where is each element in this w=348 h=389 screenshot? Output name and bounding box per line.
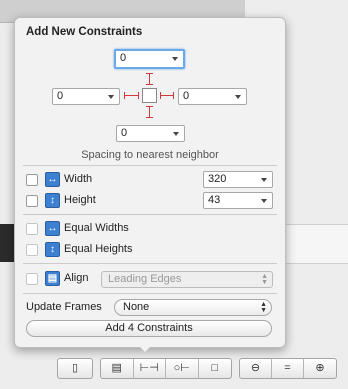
align-value: Leading Edges bbox=[108, 273, 182, 285]
spacing-bottom-field[interactable]: 0 bbox=[116, 125, 185, 142]
up-down-arrows-icon: ▲ ▼ bbox=[261, 273, 268, 286]
align-label: Align bbox=[64, 272, 89, 284]
popover-title: Add New Constraints bbox=[26, 26, 143, 38]
left-strut[interactable] bbox=[124, 95, 139, 96]
chevron-down-icon bbox=[235, 95, 241, 99]
width-checkbox[interactable] bbox=[26, 174, 38, 186]
toolbar-layout-group: ▤ ⊢⊣ ○⊢ □ bbox=[100, 358, 232, 379]
left-strut-cap bbox=[124, 92, 125, 99]
spacing-right-field[interactable]: 0 bbox=[178, 88, 247, 105]
add-constraints-button[interactable]: Add 4 Constraints bbox=[26, 320, 272, 337]
resize-icon[interactable]: □ bbox=[199, 359, 231, 378]
equal-heights-label: Equal Heights bbox=[64, 243, 133, 255]
spacing-top-value: 0 bbox=[120, 52, 127, 64]
height-value: 43 bbox=[208, 194, 221, 206]
width-value-field[interactable]: 320 bbox=[203, 171, 273, 188]
chevron-down-icon bbox=[261, 199, 267, 203]
left-strut-cap bbox=[138, 92, 139, 99]
toolbar-device-group: ▯ bbox=[57, 358, 93, 379]
chevron-down-icon bbox=[108, 95, 114, 99]
align-checkbox[interactable] bbox=[26, 273, 38, 285]
right-strut[interactable] bbox=[160, 95, 174, 96]
spacing-top-field[interactable]: 0 bbox=[114, 49, 185, 69]
align-icon: ▤ bbox=[45, 271, 60, 286]
bottom-strut-cap bbox=[146, 117, 153, 118]
popover-arrow bbox=[136, 343, 154, 352]
pin-icon[interactable]: ⊢⊣ bbox=[134, 359, 166, 378]
spacing-left-value: 0 bbox=[57, 90, 64, 102]
align-select[interactable]: Leading Edges ▲ ▼ bbox=[101, 271, 273, 288]
divider bbox=[23, 263, 277, 264]
view-placeholder-box bbox=[142, 88, 157, 103]
spacing-left-field[interactable]: 0 bbox=[52, 88, 120, 105]
zoom-out-icon[interactable]: ⊖ bbox=[240, 359, 272, 378]
width-label: Width bbox=[64, 173, 93, 185]
bottom-strut-cap bbox=[146, 106, 153, 107]
height-checkbox[interactable] bbox=[26, 195, 38, 207]
up-down-arrows-icon: ▲ ▼ bbox=[260, 301, 267, 314]
right-strut-cap bbox=[160, 92, 161, 99]
equal-heights-checkbox[interactable] bbox=[26, 244, 38, 256]
toolbar-zoom-group: ⊖ = ⊕ bbox=[239, 358, 337, 379]
zoom-in-icon[interactable]: ⊕ bbox=[304, 359, 336, 378]
top-strut-cap bbox=[146, 73, 153, 74]
equal-widths-checkbox[interactable] bbox=[26, 223, 38, 235]
update-frames-label: Update Frames bbox=[26, 301, 102, 313]
equal-widths-row: ↔ Equal Widths bbox=[26, 220, 276, 238]
height-label: Height bbox=[64, 194, 96, 206]
equal-widths-icon: ↔ bbox=[45, 221, 60, 236]
chevron-down-icon bbox=[173, 132, 179, 136]
update-frames-select[interactable]: None ▲ ▼ bbox=[114, 299, 272, 316]
divider bbox=[23, 165, 277, 166]
equal-heights-row: ↕ Equal Heights bbox=[26, 241, 276, 259]
spacing-right-value: 0 bbox=[183, 90, 190, 102]
top-strut-cap bbox=[146, 84, 153, 85]
resolve-icon[interactable]: ○⊢ bbox=[166, 359, 199, 378]
chevron-down-icon bbox=[261, 178, 267, 182]
spacing-caption: Spacing to nearest neighbor bbox=[81, 149, 219, 161]
height-value-field[interactable]: 43 bbox=[203, 192, 273, 209]
height-icon: ↕ bbox=[45, 193, 60, 208]
chevron-down-icon bbox=[172, 57, 178, 61]
spacing-bottom-value: 0 bbox=[121, 127, 128, 139]
equal-heights-icon: ↕ bbox=[45, 242, 60, 257]
right-strut-cap bbox=[173, 92, 174, 99]
fixed-device-icon[interactable]: ▯ bbox=[58, 359, 92, 378]
width-value: 320 bbox=[208, 173, 227, 185]
equal-widths-label: Equal Widths bbox=[64, 222, 129, 234]
align-icon[interactable]: ▤ bbox=[101, 359, 134, 378]
add-constraints-popover: Add New Constraints 0 0 0 0 Spacing to n… bbox=[14, 17, 286, 348]
update-frames-value: None bbox=[123, 301, 150, 313]
divider bbox=[23, 214, 277, 215]
divider bbox=[23, 293, 277, 294]
width-icon: ↔ bbox=[45, 172, 60, 187]
equal-zoom-icon[interactable]: = bbox=[272, 359, 304, 378]
